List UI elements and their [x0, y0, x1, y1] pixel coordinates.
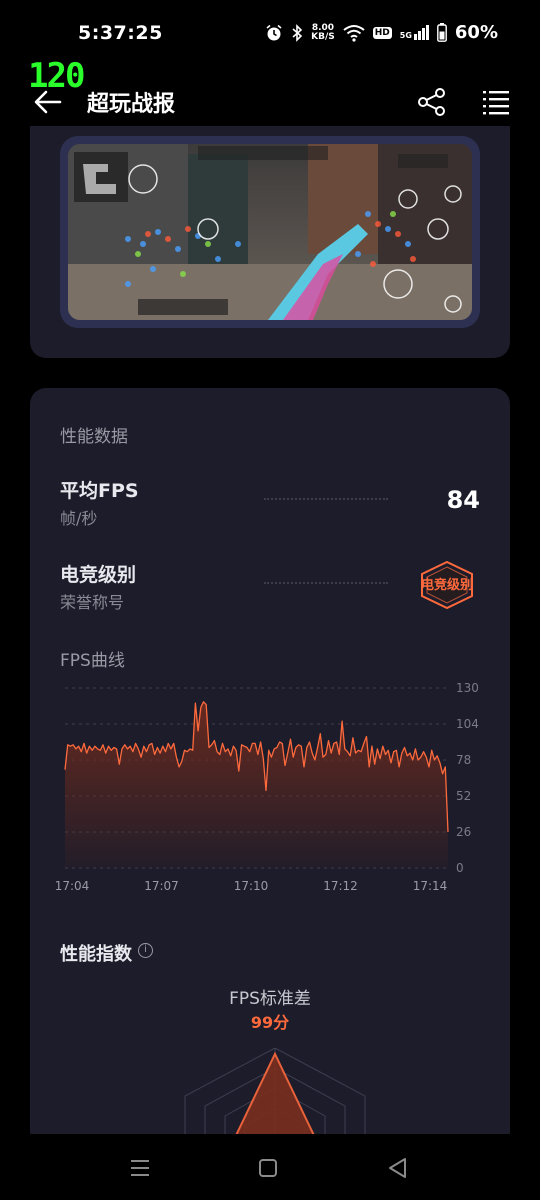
net-speed: 8.00 KB/S: [311, 22, 335, 42]
x-tick-label: 17:04: [55, 879, 90, 893]
section-title-performance: 性能数据: [60, 427, 128, 447]
avg-fps-unit: 帧/秒: [60, 509, 98, 528]
alarm-icon: [266, 24, 282, 40]
performance-card: 性能数据 平均FPS 帧/秒 84 电竞级别 荣誉称号 电竞级别 FPS曲线 1…: [30, 388, 510, 1148]
page-title: 超玩战报: [87, 92, 176, 117]
y-tick-label: 26: [456, 825, 471, 839]
y-tick-label: 0: [456, 861, 464, 875]
fps-overlay-counter: 120: [28, 56, 85, 96]
y-tick-label: 130: [456, 681, 479, 695]
status-icons: 8.00 KB/S HD 5G 60%: [265, 22, 498, 43]
fps-chart: 130 104 78 52 26 0 17:04 17:07 17:10 17:12 17:14: [50, 676, 490, 896]
status-time: 5:37:25: [78, 22, 163, 44]
level-label: 电竞级别: [60, 564, 137, 586]
fps-std-score: 99分: [250, 1013, 290, 1032]
list-menu-icon[interactable]: [480, 86, 512, 118]
signal-icon: 5G: [400, 25, 429, 40]
y-tick-label: 78: [456, 753, 471, 767]
level-divider: [264, 582, 388, 584]
fps-std-label: FPS标准差: [229, 989, 311, 1009]
badge-label: 电竞级别: [420, 578, 473, 593]
x-tick-label: 17:12: [323, 879, 358, 893]
y-tick-label: 104: [456, 717, 479, 731]
avg-fps-divider: [264, 498, 388, 500]
battery-percent: 60%: [454, 22, 498, 43]
x-tick-label: 17:10: [234, 879, 269, 893]
avg-fps-value: 84: [446, 486, 480, 514]
avg-fps-label: 平均FPS: [60, 480, 139, 502]
hd-badge: HD: [372, 26, 392, 39]
esports-level-badge: 电竞级别: [412, 560, 482, 610]
level-subtitle: 荣誉称号: [60, 593, 125, 612]
nav-back-icon[interactable]: [384, 1154, 412, 1182]
info-icon[interactable]: i: [138, 943, 153, 958]
system-nav-bar: [0, 1134, 540, 1200]
fps-area: [65, 701, 448, 868]
x-tick-label: 17:07: [144, 879, 179, 893]
game-screenshot-card: [30, 126, 510, 358]
nav-home-icon[interactable]: [254, 1154, 282, 1182]
performance-radar-chart: [184, 1048, 366, 1148]
fps-chart-title: FPS曲线: [60, 651, 125, 671]
battery-icon: [437, 23, 447, 42]
wifi-icon: [343, 24, 365, 42]
game-screenshot-image: [68, 144, 472, 320]
game-screenshot-frame[interactable]: [60, 136, 480, 328]
fps-chart-svg: 130 104 78 52 26 0 17:04 17:07 17:10 17:12 17:14: [55, 681, 479, 893]
share-icon[interactable]: [416, 86, 448, 118]
nav-recent-icon[interactable]: [126, 1154, 154, 1182]
x-tick-label: 17:14: [413, 879, 448, 893]
y-tick-label: 52: [456, 789, 471, 803]
bluetooth-icon: [292, 23, 303, 42]
performance-index-title: 性能指数: [60, 944, 132, 965]
